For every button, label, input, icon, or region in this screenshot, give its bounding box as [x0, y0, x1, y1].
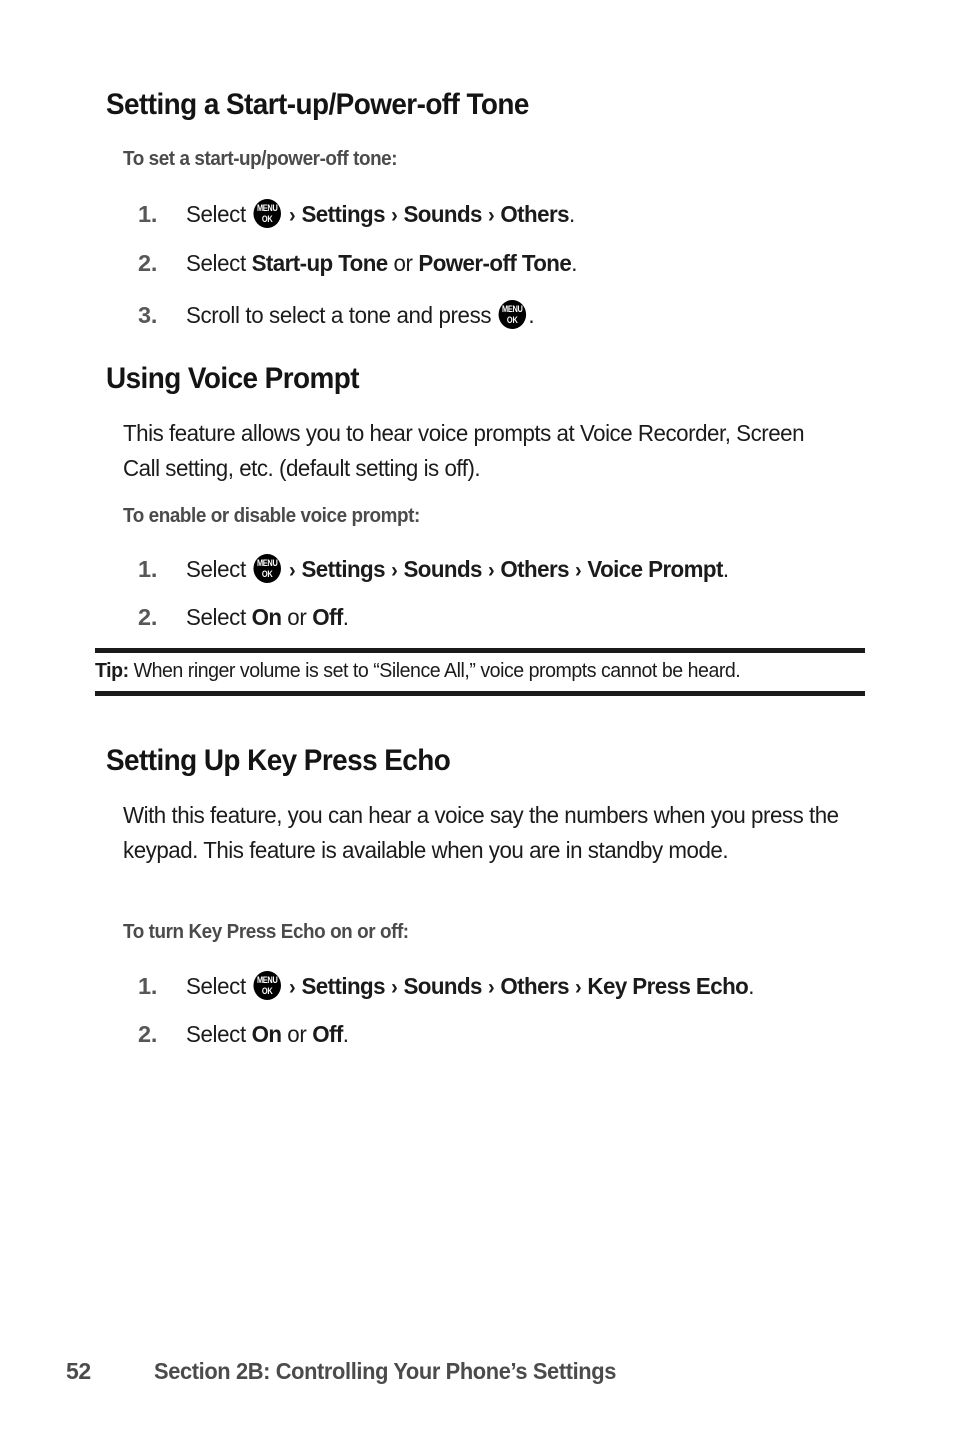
- procedure-heading-set-start-up-tone: To set a start-up/power-off tone:: [123, 147, 398, 170]
- menu-path-term: Off: [312, 604, 343, 630]
- menu-path-term: Sounds: [403, 556, 482, 582]
- step-text-run: or: [281, 1021, 313, 1047]
- menu-ok-key-icon: MENU OK: [253, 971, 282, 1000]
- section-heading-key-press-echo: Setting Up Key Press Echo: [106, 744, 451, 777]
- chevron-right-icon: ›: [283, 204, 301, 227]
- step-number: 2.: [138, 1021, 158, 1047]
- menu-ok-key-icon: MENU OK: [253, 554, 282, 583]
- menu-path-term: Key Press Echo: [587, 973, 749, 999]
- step-text-run: .: [722, 556, 729, 582]
- step-item: 1. Select MENU OK › Settings › Sounds › Ot…: [138, 554, 928, 588]
- menu-path-term: Settings: [301, 556, 385, 582]
- body-paragraph-voice-prompt: This feature allows you to hear voice pr…: [123, 420, 805, 481]
- step-item: 1. Select MENU OK › Settings › Sounds › Ot…: [138, 971, 928, 1005]
- menu-path-term: On: [251, 1021, 282, 1047]
- section-heading-start-up-power-off-tone: Setting a Start-up/Power-off Tone: [106, 88, 529, 121]
- section-heading-using-voice-prompt: Using Voice Prompt: [106, 362, 360, 395]
- step-item: 1. Select MENU OK › Settings › Sounds › Ot…: [138, 199, 928, 233]
- step-text: Select Start-up Tone or Power-off Tone.: [186, 250, 577, 277]
- menu-path-term: Others: [500, 556, 569, 582]
- step-number: 1.: [138, 201, 158, 227]
- page-footer: 52 Section 2B: Controlling Your Phone’s S…: [66, 1358, 640, 1385]
- step-number: 1.: [138, 973, 158, 999]
- step-text-run: or: [281, 604, 313, 630]
- menu-path-term: Off: [312, 1021, 343, 1047]
- step-text-run: Select: [186, 1021, 252, 1047]
- chevron-right-icon: ›: [569, 559, 587, 582]
- chevron-right-icon: ›: [482, 976, 500, 999]
- step-text-run: .: [571, 250, 578, 276]
- step-item: 2. Select On or Off.: [138, 1021, 928, 1055]
- step-text: Select On or Off.: [186, 1021, 349, 1048]
- chevron-right-icon: ›: [569, 976, 587, 999]
- step-text-run: Select: [186, 201, 252, 227]
- footer-section-title: Section 2B: Controlling Your Phone’s Set…: [154, 1358, 617, 1384]
- tip-text-row: Tip: When ringer volume is set to “Silen…: [95, 653, 830, 691]
- step-text: Select MENU OK › Settings › Sounds › Othe…: [186, 554, 729, 583]
- step-number: 1.: [138, 556, 158, 582]
- step-text-run: or: [387, 250, 419, 276]
- manual-page: Setting a Start-up/Power-off Tone To set…: [0, 0, 954, 1431]
- menu-path-term: Voice Prompt: [587, 556, 723, 582]
- step-text-run: .: [528, 302, 535, 328]
- step-text-run: Select: [186, 250, 252, 276]
- step-number: 2.: [138, 250, 158, 276]
- tip-text: When ringer volume is set to “Silence Al…: [133, 659, 741, 682]
- menu-path-term: Sounds: [403, 973, 482, 999]
- step-text: Select On or Off.: [186, 604, 349, 631]
- step-text-run: .: [342, 1021, 349, 1047]
- menu-path-term: Others: [500, 201, 569, 227]
- step-text-run: Select: [186, 556, 252, 582]
- chevron-right-icon: ›: [385, 204, 403, 227]
- step-text-run: .: [748, 973, 755, 999]
- step-text-run: Select: [186, 604, 252, 630]
- step-number: 3.: [138, 302, 158, 328]
- tip-box: Tip: When ringer volume is set to “Silen…: [95, 648, 865, 696]
- step-text-run: .: [342, 604, 349, 630]
- menu-path-term: Others: [500, 973, 569, 999]
- tip-label: Tip:: [95, 659, 129, 682]
- body-paragraph-key-press-echo: With this feature, you can hear a voice …: [123, 802, 839, 863]
- tip-rule-bottom: [95, 691, 865, 696]
- step-text-run: Scroll to select a tone and press: [186, 302, 497, 328]
- menu-path-term: On: [251, 604, 282, 630]
- chevron-right-icon: ›: [482, 559, 500, 582]
- step-item: 3. Scroll to select a tone and press MENU…: [138, 300, 928, 334]
- step-text: Select MENU OK › Settings › Sounds › Othe…: [186, 199, 575, 228]
- menu-path-term: Start-up Tone: [251, 250, 389, 276]
- procedure-heading-enable-disable-voice-prompt: To enable or disable voice prompt:: [123, 504, 420, 527]
- step-item: 2. Select On or Off.: [138, 604, 928, 638]
- step-text: Select MENU OK › Settings › Sounds › Othe…: [186, 971, 754, 1000]
- chevron-right-icon: ›: [385, 559, 403, 582]
- page-number: 52: [66, 1358, 91, 1384]
- chevron-right-icon: ›: [482, 204, 500, 227]
- chevron-right-icon: ›: [283, 976, 301, 999]
- chevron-right-icon: ›: [283, 559, 301, 582]
- menu-path-term: Power-off Tone: [418, 250, 572, 276]
- menu-path-term: Settings: [301, 973, 385, 999]
- step-text-run: .: [568, 201, 575, 227]
- step-number: 2.: [138, 604, 158, 630]
- menu-path-term: Sounds: [403, 201, 482, 227]
- menu-ok-key-icon: MENU OK: [498, 300, 527, 329]
- menu-path-term: Settings: [301, 201, 385, 227]
- menu-ok-key-icon: MENU OK: [253, 199, 282, 228]
- step-item: 2. Select Start-up Tone or Power-off Tone…: [138, 250, 928, 284]
- procedure-heading-turn-key-press-echo: To turn Key Press Echo on or off:: [123, 920, 409, 943]
- chevron-right-icon: ›: [385, 976, 403, 999]
- step-text: Scroll to select a tone and press MENU OK…: [186, 300, 535, 329]
- step-text-run: Select: [186, 973, 252, 999]
